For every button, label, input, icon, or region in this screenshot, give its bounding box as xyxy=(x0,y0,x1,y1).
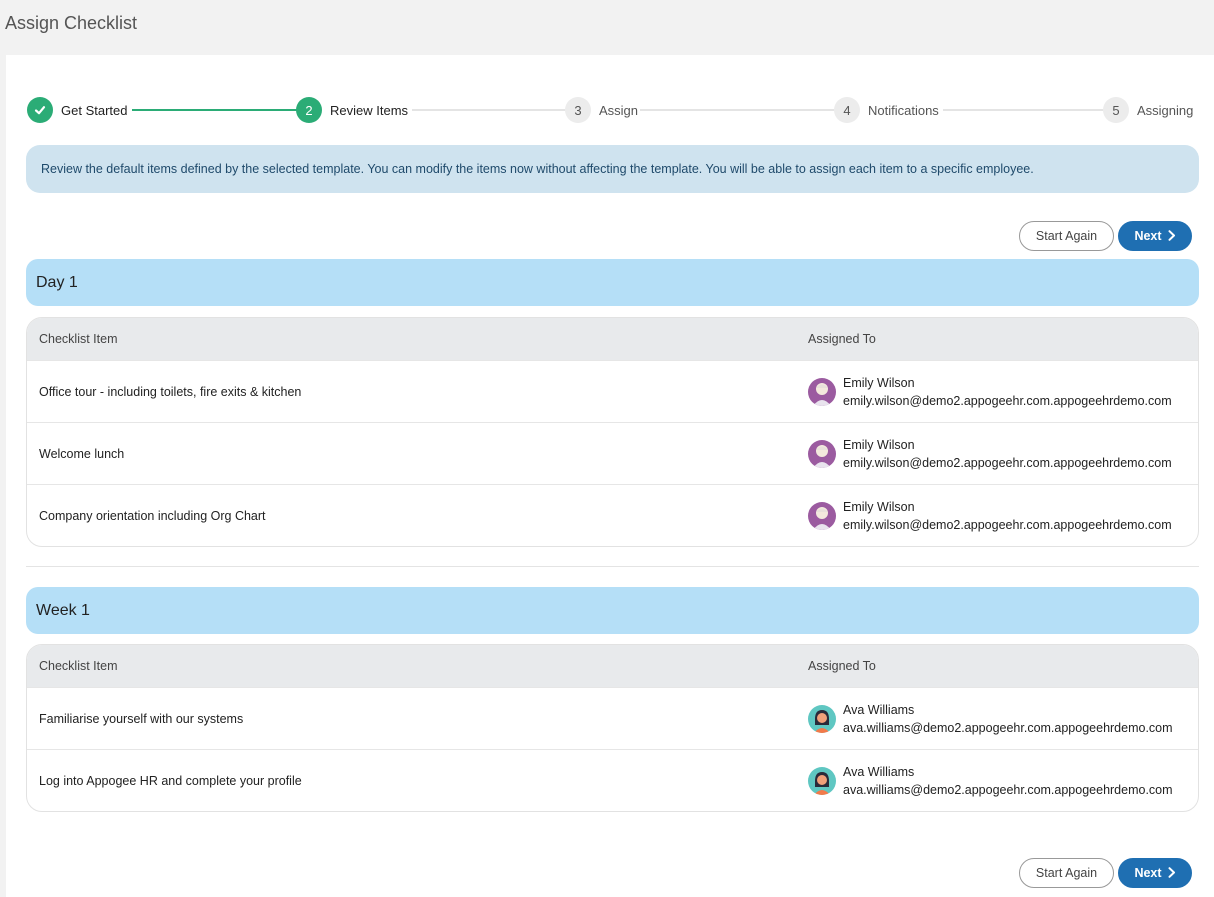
step-label: Assign xyxy=(599,102,639,118)
check-icon xyxy=(27,97,53,123)
checklist-table-week-1: Checklist Item Assigned To Familiarise y… xyxy=(26,644,1199,812)
info-message: Review the default items defined by the … xyxy=(26,145,1199,193)
section-header-week-1: Week 1 xyxy=(26,587,1199,634)
info-text: Review the default items defined by the … xyxy=(41,162,1034,176)
assignee-name: Emily Wilson xyxy=(843,437,915,452)
next-label: Next xyxy=(1134,866,1162,880)
checklist-item-text: Welcome lunch xyxy=(39,446,125,461)
step-number: 3 xyxy=(565,97,591,123)
step-connector xyxy=(132,109,297,111)
step-assign[interactable]: 3 Assign xyxy=(565,96,638,124)
column-header-item: Checklist Item xyxy=(39,659,118,673)
checklist-item-text: Familiarise yourself with our systems xyxy=(39,711,244,726)
step-review-items[interactable]: 2 Review Items xyxy=(296,96,408,124)
section-divider xyxy=(26,566,1199,567)
table-row[interactable]: Company orientation including Org Chart … xyxy=(27,484,1198,546)
table-row[interactable]: Familiarise yourself with our systems Av… xyxy=(27,687,1198,749)
avatar xyxy=(808,704,836,733)
checklist-table-day-1: Checklist Item Assigned To Office tour -… xyxy=(26,317,1199,547)
page-title: Assign Checklist xyxy=(5,13,138,33)
assignee-email: emily.wilson@demo2.appogeehr.com.appogee… xyxy=(843,393,1172,408)
step-connector xyxy=(943,109,1105,111)
table-row[interactable]: Log into Appogee HR and complete your pr… xyxy=(27,749,1198,811)
main-panel: Get Started 2 Review Items 3 Assign 4 No… xyxy=(6,55,1214,897)
table-header: Checklist Item Assigned To xyxy=(27,318,1198,360)
step-number: 2 xyxy=(296,97,322,123)
chevron-right-icon xyxy=(1168,229,1176,244)
next-button[interactable]: Next xyxy=(1118,221,1192,251)
step-label: Notifications xyxy=(868,102,939,118)
step-label: Get Started xyxy=(61,102,128,118)
assignee[interactable]: Emily Wilson emily.wilson@demo2.appogeeh… xyxy=(808,436,1198,472)
action-buttons-bottom: Start Again Next xyxy=(1019,858,1192,888)
step-notifications[interactable]: 4 Notifications xyxy=(834,96,939,124)
stepper: Get Started 2 Review Items 3 Assign 4 No… xyxy=(26,96,1196,124)
step-number: 4 xyxy=(834,97,860,123)
avatar xyxy=(808,377,836,406)
assignee-email: emily.wilson@demo2.appogeehr.com.appogee… xyxy=(843,455,1172,470)
next-label: Next xyxy=(1134,229,1162,243)
assignee-email: emily.wilson@demo2.appogeehr.com.appogee… xyxy=(843,517,1172,532)
table-row[interactable]: Welcome lunch Emily Wilson emily.wilson@… xyxy=(27,422,1198,484)
table-header: Checklist Item Assigned To xyxy=(27,645,1198,687)
action-buttons-top: Start Again Next xyxy=(1019,221,1192,251)
section-title: Week 1 xyxy=(36,601,90,619)
assignee[interactable]: Ava Williams ava.williams@demo2.appogeeh… xyxy=(808,763,1198,799)
assignee-email: ava.williams@demo2.appogeehr.com.appogee… xyxy=(843,782,1173,797)
avatar xyxy=(808,439,836,468)
column-header-item: Checklist Item xyxy=(39,332,118,346)
section-header-day-1: Day 1 xyxy=(26,259,1199,306)
step-number: 5 xyxy=(1103,97,1129,123)
section-title: Day 1 xyxy=(36,273,78,291)
assignee[interactable]: Ava Williams ava.williams@demo2.appogeeh… xyxy=(808,701,1198,737)
column-header-assigned: Assigned To xyxy=(808,659,876,673)
avatar xyxy=(808,766,836,795)
assignee-name: Emily Wilson xyxy=(843,499,915,514)
step-assigning[interactable]: 5 Assigning xyxy=(1103,96,1193,124)
checklist-item-text: Office tour - including toilets, fire ex… xyxy=(39,384,302,399)
step-label: Assigning xyxy=(1137,102,1194,118)
column-header-assigned: Assigned To xyxy=(808,332,876,346)
start-again-button[interactable]: Start Again xyxy=(1019,221,1114,251)
assignee-name: Ava Williams xyxy=(843,764,915,779)
next-button[interactable]: Next xyxy=(1118,858,1192,888)
step-connector xyxy=(640,109,835,111)
step-connector xyxy=(412,109,566,111)
avatar xyxy=(808,501,836,530)
step-get-started[interactable]: Get Started xyxy=(27,96,127,124)
chevron-right-icon xyxy=(1168,866,1176,881)
checklist-item-text: Log into Appogee HR and complete your pr… xyxy=(39,773,302,788)
assignee-name: Emily Wilson xyxy=(843,375,915,390)
assignee-name: Ava Williams xyxy=(843,702,915,717)
start-again-button[interactable]: Start Again xyxy=(1019,858,1114,888)
assignee-email: ava.williams@demo2.appogeehr.com.appogee… xyxy=(843,720,1173,735)
checklist-item-text: Company orientation including Org Chart xyxy=(39,508,266,523)
step-label: Review Items xyxy=(330,102,409,118)
table-row[interactable]: Office tour - including toilets, fire ex… xyxy=(27,360,1198,422)
assignee[interactable]: Emily Wilson emily.wilson@demo2.appogeeh… xyxy=(808,374,1198,410)
assignee[interactable]: Emily Wilson emily.wilson@demo2.appogeeh… xyxy=(808,498,1198,534)
